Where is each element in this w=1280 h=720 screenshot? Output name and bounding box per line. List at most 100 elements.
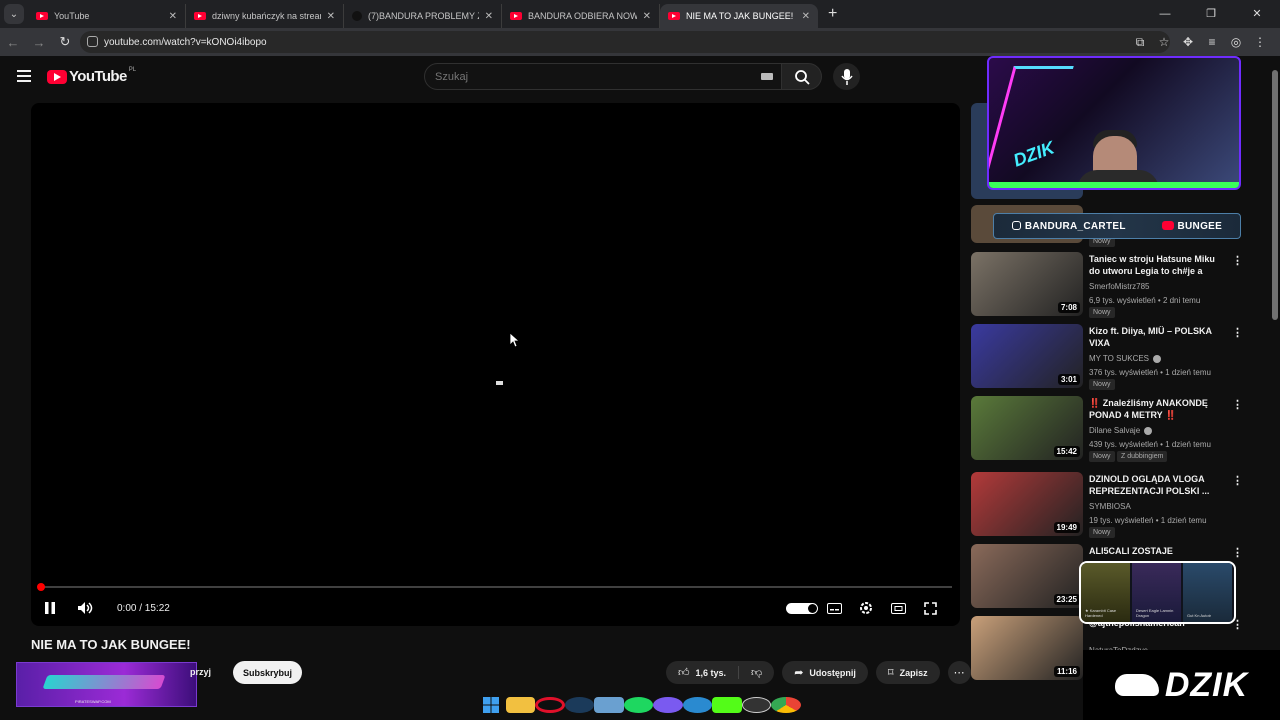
opera-icon[interactable] [535,697,565,713]
rec-menu-icon[interactable]: ⋮ [1232,474,1243,487]
rec-channel[interactable]: MY TO SUKCES [1089,354,1162,363]
subscribe-button[interactable]: Subskrybuj [233,661,303,684]
youtube-logo[interactable]: YouTube PL [47,67,136,85]
voice-search-button[interactable] [833,63,860,90]
guide-menu-icon[interactable] [17,70,31,82]
video-actions: 👍︎ 1,6 tys. 👎︎ ➦ Udostępnij ⌑ Zapisz ⋯ [666,661,971,684]
recommended-video[interactable]: 3:01 Kizo ft. Diiya, MIÜ – POLSKA VIXA MY … [971,324,1243,390]
window-controls: — ❐ ✕ [1142,0,1280,28]
ad-banner[interactable]: PIRATESWAP.COM [16,662,197,707]
profile-icon[interactable]: ◎ [1224,35,1248,49]
save-button[interactable]: ⌑ Zapisz [875,661,940,684]
join-button[interactable]: przyj [190,667,211,677]
rec-title[interactable]: Taniec w stroju Hatsune Miku do utworu L… [1089,253,1227,277]
browser-menu-icon[interactable]: ⋮ [1248,35,1272,49]
theater-mode-icon[interactable] [882,602,914,614]
messenger-icon[interactable] [653,697,683,713]
rec-title[interactable]: DZINOLD OGLĄDA VLOGA REPREZENTACJI POLSK… [1089,473,1227,497]
pause-icon[interactable] [43,601,57,615]
rec-channel[interactable]: Dilane Salvaje [1089,426,1153,435]
file-explorer-icon[interactable] [505,697,535,713]
video-player[interactable]: 0:00 / 15:22 [31,103,960,626]
video-thumbnail[interactable]: 3:01 [971,324,1083,388]
youtube-icon [668,12,680,20]
video-thumbnail[interactable]: 15:42 [971,396,1083,460]
forward-button[interactable]: → [26,35,52,50]
recommended-video[interactable]: 7:08 Taniec w stroju Hatsune Miku do utwo… [971,252,1243,318]
fullscreen-icon[interactable] [914,601,946,615]
close-tab-icon[interactable]: ✕ [485,11,493,22]
video-thumbnail[interactable]: 11:16 [971,616,1083,680]
search-icon [794,69,810,85]
recommended-video[interactable]: 19:49 DZINOLD OGLĄDA VLOGA REPREZENTACJI … [971,472,1243,538]
edge-icon[interactable] [682,697,712,713]
video-thumbnail[interactable]: 7:08 [971,252,1083,316]
install-app-icon[interactable]: ⧉ [1128,35,1152,50]
close-tab-icon[interactable]: ✕ [643,11,651,22]
close-window-button[interactable]: ✕ [1234,0,1280,28]
rec-channel[interactable]: SYMBIOSA [1089,502,1131,511]
search-button[interactable] [782,63,822,90]
search-box [424,63,782,90]
browser-tab[interactable]: BANDURA ODBIERA NOWEGO ✕ [502,4,660,28]
address-bar[interactable]: youtube.com/watch?v=kONOi4ibopo [80,31,1170,53]
ad-text: PIRATESWAP.COM [75,699,111,704]
extensions-icon[interactable]: ✥ [1176,35,1200,49]
rec-channel[interactable]: SmerfoMistrz785 [1089,282,1149,291]
instagram-icon [1011,220,1021,230]
page-scrollbar[interactable] [1272,70,1278,320]
keyboard-icon[interactable] [761,73,773,80]
youtube-icon [1161,220,1174,230]
chrome-icon[interactable] [771,697,801,713]
obs-icon[interactable] [741,697,771,713]
subtitles-icon[interactable] [818,602,850,614]
reload-button[interactable]: ↻ [52,34,78,50]
scrubber-handle[interactable] [37,583,45,591]
monitor-icon[interactable] [594,697,624,713]
rec-menu-icon[interactable]: ⋮ [1232,326,1243,339]
tiktok-icon [352,11,362,21]
autoplay-toggle[interactable] [786,602,818,614]
recommended-video[interactable]: 15:42 ‼️ Znaleźliśmy ANAKONDĘ PONAD 4 MET… [971,396,1243,462]
browser-tab[interactable]: YouTube ✕ [28,4,186,28]
site-info-icon[interactable] [87,36,98,47]
rec-title[interactable]: Kizo ft. Diiya, MIÜ – POLSKA VIXA [1089,325,1227,349]
video-thumbnail[interactable]: 23:25 [971,544,1083,608]
more-actions-button[interactable]: ⋯ [947,661,971,684]
steam-icon[interactable] [564,697,594,713]
share-button[interactable]: ➦ Udostępnij [782,661,868,684]
rec-title[interactable]: ‼️ Znaleźliśmy ANAKONDĘ PONAD 4 METRY ‼️ [1089,397,1227,421]
tab-title: NIE MA TO JAK BUNGEE! - YouTube [686,11,796,21]
new-tab-button[interactable]: + [828,5,837,23]
start-icon[interactable] [476,697,506,713]
rec-meta: 19 tys. wyświetleń • 1 dzień temu [1089,516,1207,525]
volume-icon[interactable] [77,601,95,615]
back-button[interactable]: ← [0,35,26,50]
new-badge: Nowy [1089,379,1115,390]
maximize-button[interactable]: ❐ [1188,0,1234,28]
media-controls-icon[interactable]: ≡ [1200,35,1224,49]
rec-menu-icon[interactable]: ⋮ [1232,546,1243,559]
rec-title[interactable]: ALI5CALI ZOSTAJE [1089,545,1227,557]
settings-gear-icon[interactable] [850,601,882,615]
new-badge: Nowy [1089,451,1115,462]
video-thumbnail[interactable]: 19:49 [971,472,1083,536]
progress-bar[interactable] [37,583,952,591]
bookmark-star-icon[interactable]: ☆ [1152,35,1176,49]
search-input[interactable] [435,70,735,83]
tab-search-button[interactable]: ⌄ [4,4,24,24]
rec-menu-icon[interactable]: ⋮ [1232,254,1243,267]
windows-taskbar [476,690,806,720]
spotify-icon[interactable] [623,697,653,713]
dislike-button[interactable]: 👎︎ [739,661,774,684]
browser-tab[interactable]: (7)BANDURA PROBLEMY Z PIENIĘDZMI ✕ [344,4,502,28]
minimize-button[interactable]: — [1142,0,1188,28]
browser-tab[interactable]: dziwny kubańczyk na streamie ✕ [186,4,344,28]
close-tab-icon[interactable]: ✕ [327,11,335,22]
close-tab-icon[interactable]: ✕ [169,11,177,22]
like-button[interactable]: 👍︎ 1,6 tys. [666,661,738,684]
rec-menu-icon[interactable]: ⋮ [1232,398,1243,411]
close-tab-icon[interactable]: ✕ [802,11,810,22]
kick-icon[interactable] [712,697,742,713]
browser-tab[interactable]: NIE MA TO JAK BUNGEE! - YouTube ✕ [660,4,818,28]
